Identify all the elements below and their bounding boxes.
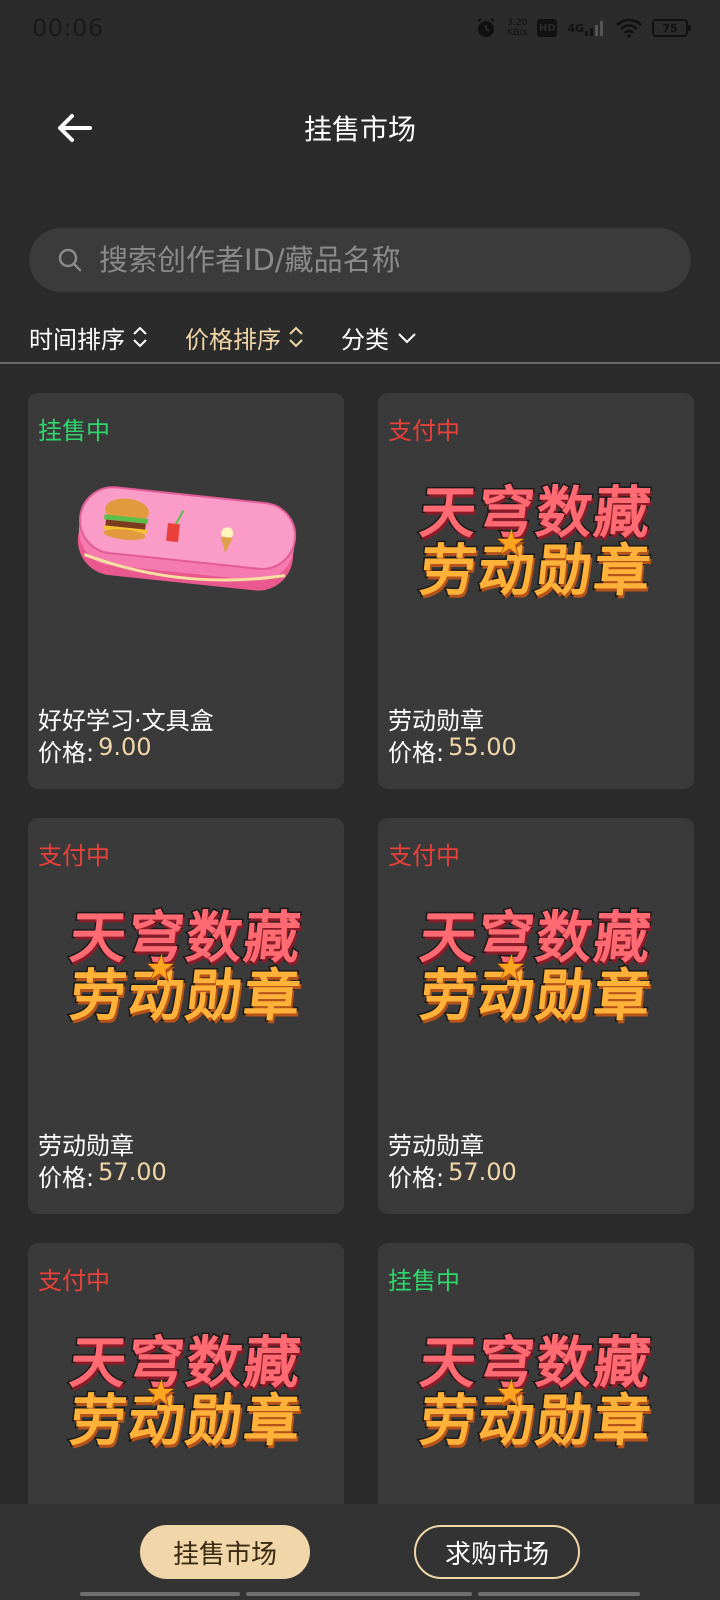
status-badge: 支付中 [38,1267,110,1295]
status-badge: 挂售中 [38,417,110,445]
star-icon: ★ [492,948,530,989]
item-price: 价格: 9.00 [38,733,152,768]
hd-icon: HD [537,19,558,37]
filter-label: 分类 [341,325,389,354]
item-image [48,463,324,623]
filter-time-sort[interactable]: 时间排序 [29,320,149,355]
price-label: 价格: [388,1164,445,1192]
network-speed: 3.20 KB/s [507,18,527,38]
price-value: 9.00 [98,733,152,761]
star-icon: ★ [492,1373,530,1414]
filter-label: 时间排序 [29,325,125,354]
badge-art-image: 天穹数藏 劳动勋章 ★ [415,1330,657,1456]
wifi-icon [616,18,642,38]
price-label: 价格: [38,1164,95,1192]
status-badge: 挂售中 [388,1267,460,1295]
badge-line1: 天穹数藏 [415,905,657,973]
filter-category[interactable]: 分类 [341,320,417,355]
price-value: 57.00 [98,1158,167,1186]
filter-price-sort[interactable]: 价格排序 [185,320,305,355]
badge-art-image: 天穹数藏 劳动勋章 ★ [65,905,307,1031]
star-icon: ★ [142,948,180,989]
badge-line2: 劳动勋章 ★ [415,523,657,606]
home-indicator [80,1592,240,1596]
filter-bar: 时间排序 价格排序 分类 [0,312,720,364]
status-bar: 00:06 3.20 KB/s HD 4G 75 [0,0,720,56]
home-indicator [246,1592,472,1596]
filter-label: 价格排序 [185,325,281,354]
badge-line2-text: 劳动勋章 [65,1388,307,1456]
status-badge: 支付中 [388,417,460,445]
star-icon: ★ [492,523,530,564]
item-image: 天穹数藏 劳动勋章 ★ [398,463,674,623]
item-card[interactable]: 支付中 天穹数藏 劳动勋章 ★ 劳动勋章 价格: 57.00 [378,818,694,1214]
badge-art-image: 天穹数藏 劳动勋章 ★ [415,905,657,1031]
badge-line2: 劳动勋章 ★ [415,948,657,1031]
search-box[interactable] [29,228,691,292]
price-label: 价格: [38,739,95,767]
badge-line2: 劳动勋章 ★ [415,1373,657,1456]
badge-line2-text: 劳动勋章 [415,963,657,1031]
battery-icon: 75 [652,19,691,37]
item-name: 劳动勋章 [388,1132,484,1160]
item-card[interactable]: 支付中 天穹数藏 劳动勋章 ★ 劳动勋章 价格: 55.00 [378,393,694,789]
pencil-case-image [77,486,297,591]
item-price: 价格: 55.00 [388,733,517,768]
home-indicator [478,1592,640,1596]
badge-art-image: 天穹数藏 劳动勋章 ★ [415,480,657,606]
status-badge: 支付中 [38,842,110,870]
item-price: 价格: 57.00 [38,1158,167,1193]
search-icon [57,247,83,273]
badge-line2: 劳动勋章 ★ [65,948,307,1031]
chevron-down-icon [397,323,417,351]
item-card[interactable]: 支付中 天穹数藏 劳动勋章 ★ 劳动勋章 价格: 57.00 [28,818,344,1214]
item-image: 天穹数藏 劳动勋章 ★ [48,1313,324,1473]
item-card[interactable]: 挂售中 好好学习·文具盒 价格: 9.00 [28,393,344,789]
price-value: 55.00 [448,733,517,761]
bottom-nav: 挂售市场 求购市场 [0,1504,720,1600]
price-label: 价格: [388,739,445,767]
network-type: 4G [567,21,584,35]
sort-arrows-icon [131,324,149,350]
badge-line2-text: 劳动勋章 [415,538,657,606]
badge-line1: 天穹数藏 [65,905,307,973]
search-input[interactable] [99,243,691,277]
speed-value: 3.20 [507,18,528,28]
speed-unit: KB/s [507,28,528,38]
badge-line2-text: 劳动勋章 [65,963,307,1031]
badge-art-image: 天穹数藏 劳动勋章 ★ [65,1330,307,1456]
badge-line1: 天穹数藏 [65,1330,307,1398]
badge-line1: 天穹数藏 [415,480,657,548]
item-price: 价格: 57.00 [388,1158,517,1193]
sort-arrows-icon [287,324,305,350]
item-image: 天穹数藏 劳动勋章 ★ [398,1313,674,1473]
item-name: 好好学习·文具盒 [38,707,214,735]
alarm-icon [475,17,497,39]
item-name: 劳动勋章 [38,1132,134,1160]
sell-market-button[interactable]: 挂售市场 [140,1525,310,1579]
item-name: 劳动勋章 [388,707,484,735]
buy-market-button[interactable]: 求购市场 [414,1525,580,1579]
page-title: 挂售市场 [303,113,416,146]
item-image: 天穹数藏 劳动勋章 ★ [398,888,674,1048]
status-badge: 支付中 [388,842,460,870]
badge-line1: 天穹数藏 [415,1330,657,1398]
price-value: 57.00 [448,1158,517,1186]
badge-line2-text: 劳动勋章 [415,1388,657,1456]
signal-4g-icon: 4G [567,19,606,37]
status-icons: 3.20 KB/s HD 4G 75 [475,17,691,39]
badge-line2: 劳动勋章 ★ [65,1373,307,1456]
header: 挂售市场 [0,90,720,166]
star-icon: ★ [142,1373,180,1414]
item-image: 天穹数藏 劳动勋章 ★ [48,888,324,1048]
status-time: 00:06 [32,14,104,42]
